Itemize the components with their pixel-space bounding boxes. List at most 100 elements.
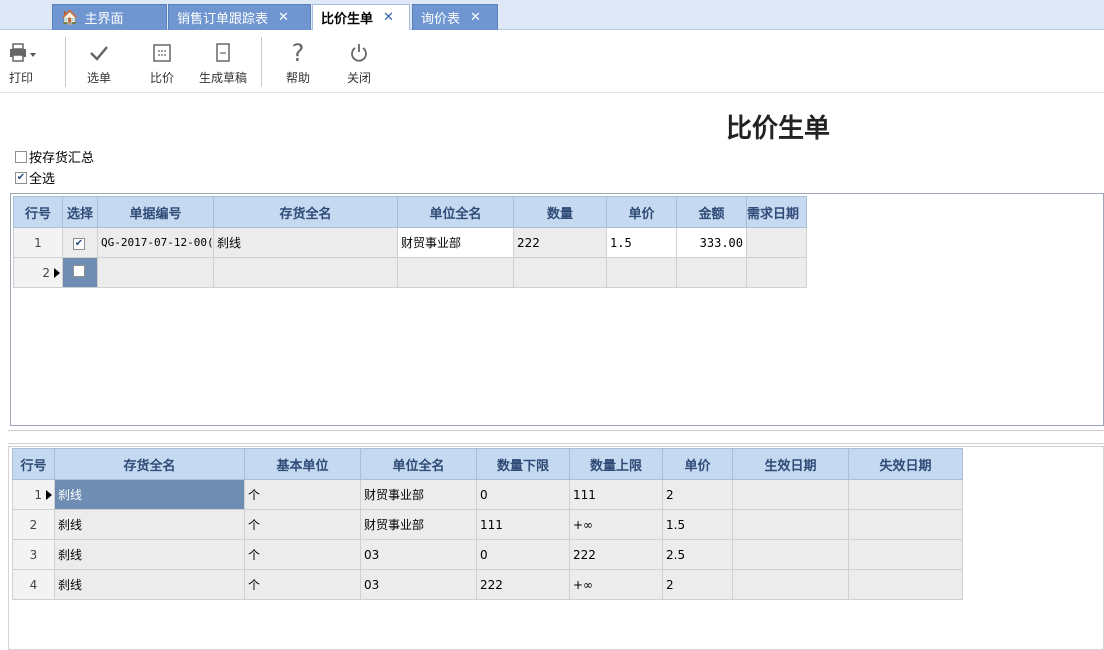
base-unit-cell[interactable]: 个 — [244, 509, 361, 540]
column-header[interactable]: 行号 — [13, 196, 63, 228]
close-icon[interactable]: ✕ — [383, 10, 394, 25]
column-header[interactable]: 数量上限 — [569, 448, 663, 480]
doc-number-cell[interactable]: QG-2017-07-12-00( — [97, 227, 214, 258]
base-unit-cell[interactable]: 个 — [244, 539, 361, 570]
row-select-cell[interactable] — [62, 257, 98, 288]
max-quantity-cell[interactable]: 111 — [569, 479, 663, 510]
effective-date-cell[interactable] — [732, 539, 849, 570]
column-header[interactable]: 单价 — [662, 448, 733, 480]
column-header[interactable]: 行号 — [12, 448, 55, 480]
tab-price-compare[interactable]: 比价生单 ✕ — [312, 4, 410, 30]
current-row-indicator-icon — [46, 490, 52, 500]
column-header[interactable]: 基本单位 — [244, 448, 361, 480]
doc-number-cell[interactable] — [97, 257, 214, 288]
close-icon[interactable]: ✕ — [470, 10, 481, 25]
column-header[interactable]: 需求日期 — [746, 196, 807, 228]
max-quantity-cell[interactable]: 222 — [569, 539, 663, 570]
row-number: 1 — [34, 487, 42, 502]
unit-name-cell[interactable]: 03 — [360, 569, 477, 600]
table-row[interactable]: 2 刹线 个 财贸事业部 111 +∞ 1.5 — [12, 509, 963, 540]
document-icon — [212, 39, 234, 67]
compare-label: 比价 — [150, 71, 175, 85]
column-header[interactable]: 单位全名 — [360, 448, 477, 480]
column-header[interactable]: 单据编号 — [97, 196, 214, 228]
price-cell[interactable]: 2.5 — [662, 539, 733, 570]
min-quantity-cell[interactable]: 111 — [476, 509, 570, 540]
expiry-date-cell[interactable] — [848, 569, 963, 600]
column-header[interactable]: 单价 — [606, 196, 677, 228]
tab-sales-order-tracking[interactable]: 销售订单跟踪表 ✕ — [168, 4, 311, 30]
effective-date-cell[interactable] — [732, 569, 849, 600]
demand-date-cell[interactable] — [746, 227, 807, 258]
table-row[interactable]: 1 刹线 个 财贸事业部 0 111 2 — [12, 479, 963, 510]
unit-name-cell[interactable]: 03 — [360, 539, 477, 570]
unit-name-cell[interactable]: 财贸事业部 — [360, 509, 477, 540]
expiry-date-cell[interactable] — [848, 479, 963, 510]
generate-draft-button[interactable]: 生成草稿 — [199, 39, 247, 86]
item-name-cell[interactable]: 刹线 — [54, 479, 245, 510]
compare-button[interactable]: 比价 — [150, 39, 174, 86]
checkbox-checked[interactable]: ✔ — [15, 171, 27, 184]
max-quantity-cell[interactable]: +∞ — [569, 569, 663, 600]
close-icon[interactable]: ✕ — [278, 10, 289, 25]
splitter[interactable] — [8, 430, 1104, 444]
select-label: 选单 — [87, 71, 112, 85]
item-name-cell[interactable] — [213, 257, 398, 288]
base-unit-cell[interactable]: 个 — [244, 569, 361, 600]
unit-name-cell[interactable]: 财贸事业部 — [360, 479, 477, 510]
item-name-cell[interactable]: 刹线 — [213, 227, 398, 258]
item-name-cell[interactable]: 刹线 — [54, 509, 245, 540]
print-button[interactable]: 打印 — [4, 39, 38, 86]
max-quantity-cell[interactable]: +∞ — [569, 509, 663, 540]
column-header[interactable]: 数量 — [513, 196, 607, 228]
min-quantity-cell[interactable]: 0 — [476, 539, 570, 570]
row-number-cell: 1 — [12, 479, 55, 510]
table-row[interactable]: 1 ✔ QG-2017-07-12-00( 刹线 财贸事业部 222 1.5 3… — [13, 227, 807, 258]
summary-by-item-checkbox[interactable]: 按存货汇总 — [15, 147, 94, 166]
expiry-date-cell[interactable] — [848, 509, 963, 540]
checkbox-unchecked[interactable] — [15, 150, 27, 163]
price-cell[interactable]: 1.5 — [662, 509, 733, 540]
checkbox-unchecked[interactable] — [73, 265, 85, 277]
column-header[interactable]: 金额 — [676, 196, 747, 228]
tab-home[interactable]: 🏠 主界面 — [52, 4, 167, 30]
unit-name-cell[interactable]: 财贸事业部 — [397, 227, 514, 258]
min-quantity-cell[interactable]: 0 — [476, 479, 570, 510]
table-row[interactable]: 2 — [13, 257, 807, 288]
table-row[interactable]: 3 刹线 个 03 0 222 2.5 — [12, 539, 963, 570]
base-unit-cell[interactable]: 个 — [244, 479, 361, 510]
amount-cell[interactable]: 333.00 — [676, 227, 747, 258]
tab-inquiry[interactable]: 询价表 ✕ — [412, 4, 498, 30]
quantity-cell[interactable]: 222 — [513, 227, 607, 258]
row-select-cell[interactable]: ✔ — [62, 227, 98, 258]
column-header[interactable]: 存货全名 — [54, 448, 245, 480]
effective-date-cell[interactable] — [732, 479, 849, 510]
column-header[interactable]: 选择 — [62, 196, 98, 228]
column-header[interactable]: 生效日期 — [732, 448, 849, 480]
expiry-date-cell[interactable] — [848, 539, 963, 570]
min-quantity-cell[interactable]: 222 — [476, 569, 570, 600]
select-all-checkbox[interactable]: ✔ 全选 — [15, 168, 55, 187]
select-button[interactable]: 选单 — [87, 39, 111, 86]
unit-name-cell[interactable] — [397, 257, 514, 288]
amount-cell[interactable] — [676, 257, 747, 288]
checkbox-checked[interactable]: ✔ — [73, 238, 85, 250]
price-cell[interactable]: 2 — [662, 479, 733, 510]
effective-date-cell[interactable] — [732, 509, 849, 540]
column-header[interactable]: 单位全名 — [397, 196, 514, 228]
demand-date-cell[interactable] — [746, 257, 807, 288]
close-label: 关闭 — [347, 71, 372, 85]
quantity-cell[interactable] — [513, 257, 607, 288]
item-name-cell[interactable]: 刹线 — [54, 569, 245, 600]
column-header[interactable]: 数量下限 — [476, 448, 570, 480]
item-name-cell[interactable]: 刹线 — [54, 539, 245, 570]
close-button[interactable]: 关闭 — [347, 39, 371, 86]
home-icon: 🏠 — [61, 9, 79, 26]
price-cell[interactable] — [606, 257, 677, 288]
help-button[interactable]: ? 帮助 — [286, 39, 310, 86]
column-header[interactable]: 失效日期 — [848, 448, 963, 480]
table-row[interactable]: 4 刹线 个 03 222 +∞ 2 — [12, 569, 963, 600]
price-cell[interactable]: 2 — [662, 569, 733, 600]
column-header[interactable]: 存货全名 — [213, 196, 398, 228]
price-cell[interactable]: 1.5 — [606, 227, 677, 258]
